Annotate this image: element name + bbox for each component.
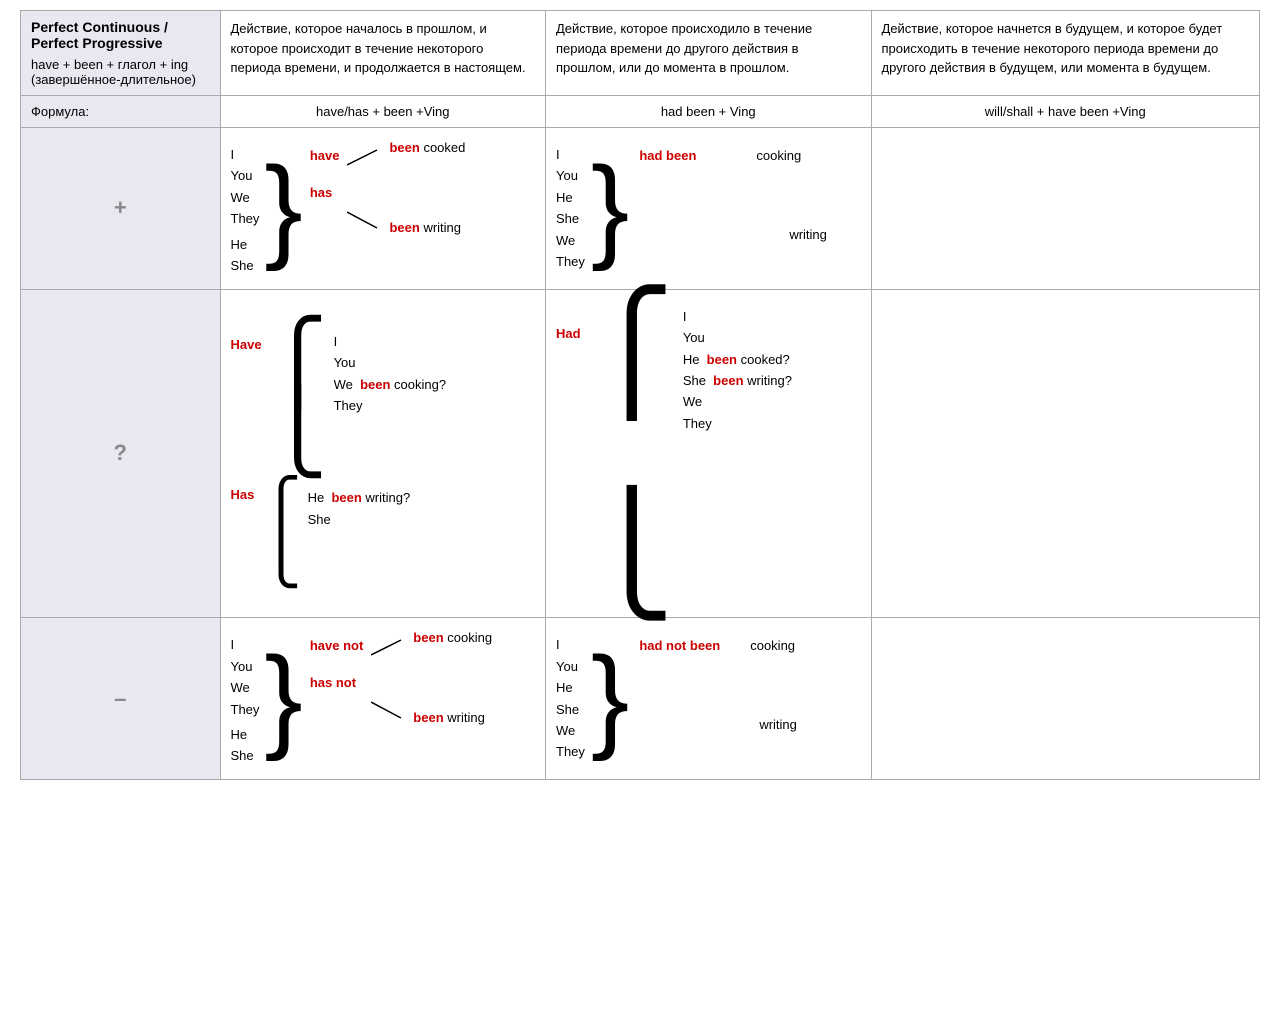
been-neg1: been [413,630,443,645]
pronoun: I [231,144,260,165]
pronoun: They [556,741,585,762]
future-formula: will/shall + have been +Ving [871,96,1260,128]
present-positive-cell: I You We They He She } have has [220,128,546,290]
verb-writing-neg: writing [447,710,485,725]
question-label: ? [21,289,221,618]
pronoun: I [334,331,447,352]
pronoun: We been cooking? [334,374,447,395]
present-negative-cell: I You We They He She } have not has not [220,618,546,780]
formula-desc: have + been + глагол + ing (завершённое-… [31,57,210,87]
pronoun: She [231,745,260,766]
aux-had-q: Had [556,326,581,341]
pronoun: You [556,656,585,677]
verb-writing-past-neg: writing [759,717,797,732]
pronoun: We [231,187,260,208]
pronoun: They [556,251,585,272]
pronoun: He been writing? [308,487,411,508]
pronoun: She [231,255,260,276]
pronoun: We [683,391,792,412]
pronoun: He [231,724,260,745]
past-desc: Действие, которое происходило в течение … [546,11,872,96]
pronoun: They [231,208,260,229]
pronoun: You [556,165,585,186]
present-desc: Действие, которое началось в прошлом, и … [220,11,546,96]
verb1: cooked [423,140,465,155]
been2: been [389,220,419,235]
pronoun: She [308,509,411,530]
pronoun: You [334,352,447,373]
pronoun: We [556,230,585,251]
future-desc: Действие, которое начнется в будущем, и … [871,11,1260,96]
present-formula: have/has + been +Ving [220,96,546,128]
aux-has-not: has not [310,675,356,690]
pronoun: I [231,634,260,655]
verb-writing: writing [789,227,827,242]
present-question-cell: Have ⎧⎩ I You We been cooking? They Has … [220,289,546,618]
verb-cooking-past-neg: cooking [750,638,795,653]
positive-label: + [21,128,221,290]
past-question-cell: Had ⎧⎩ I You He been cooked? She been wr… [546,289,872,618]
verb2: writing [423,220,461,235]
verb-cooking: cooking [756,148,801,163]
aux-has-q: Has [231,487,255,502]
pronoun: She [556,208,585,229]
aux-have: have [310,148,340,163]
aux-have-not: have not [310,638,363,653]
formula-label: Формула: [21,96,221,128]
aux-had-been: had been [639,148,696,163]
been-neg2: been [413,710,443,725]
pronoun: You [231,165,260,186]
pronoun: They [231,699,260,720]
future-question-cell [871,289,1260,618]
pronoun: You [231,656,260,677]
been1: been [389,140,419,155]
future-negative-cell [871,618,1260,780]
past-negative-cell: I You He She We They } had not been cook… [546,618,872,780]
aux-had-not-been: had not been [639,638,720,653]
pronoun: They [683,413,792,434]
pronoun: I [556,634,585,655]
pronoun: We [231,677,260,698]
pronoun: I [683,306,792,327]
pronoun: I [556,144,585,165]
pronoun: She been writing? [683,370,792,391]
future-positive-cell [871,128,1260,290]
pronoun: We [556,720,585,741]
tense-title: Perfect Continuous / Perfect Progressive [31,19,210,51]
aux-have-q: Have [231,337,262,352]
pronoun: He [556,187,585,208]
pronoun: You [683,327,792,348]
pronoun: She [556,699,585,720]
verb-cooking-neg: cooking [447,630,492,645]
negative-label: – [21,618,221,780]
aux-has: has [310,185,332,200]
pronoun: He [556,677,585,698]
pronoun: He [231,234,260,255]
past-positive-cell: I You He She We They } had been cooking [546,128,872,290]
pronoun: They [334,395,447,416]
past-formula: had been + Ving [546,96,872,128]
pronoun: He been cooked? [683,349,792,370]
